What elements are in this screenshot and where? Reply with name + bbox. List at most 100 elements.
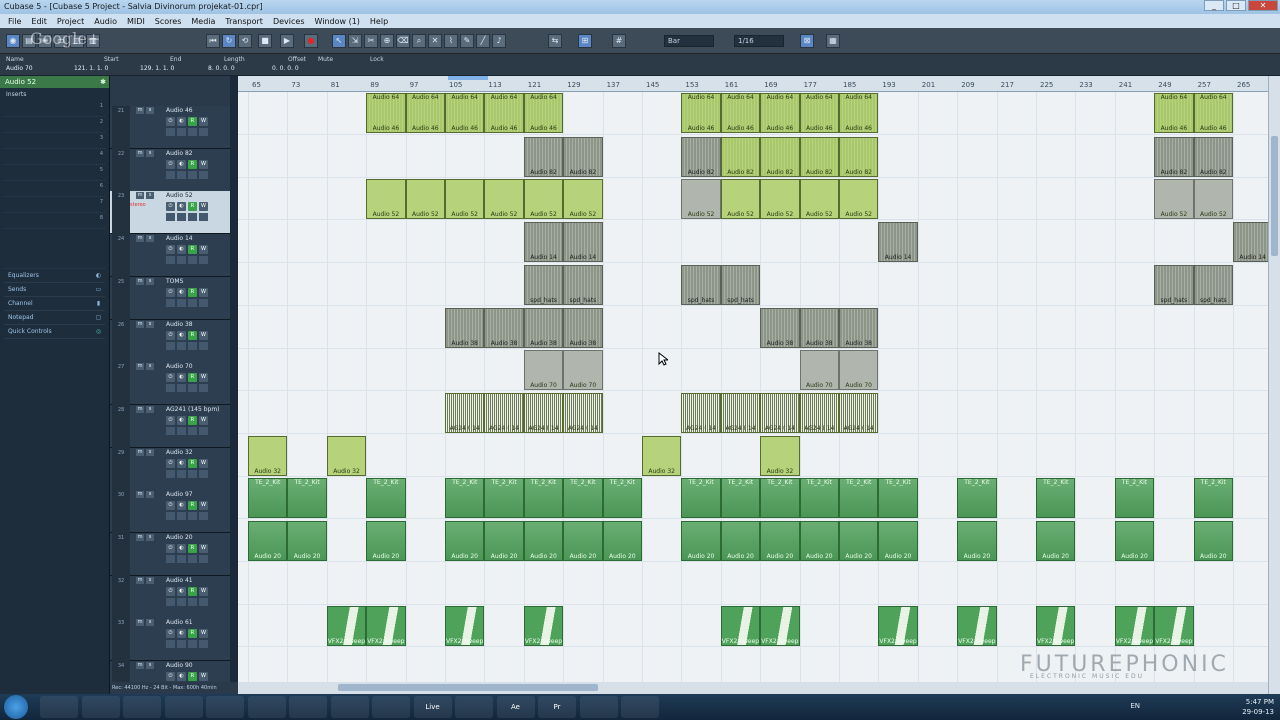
draw-tool-icon[interactable]: ✎ bbox=[460, 34, 474, 48]
track-name[interactable]: TOMS bbox=[166, 278, 183, 285]
scroll-thumb[interactable] bbox=[338, 684, 598, 691]
audio-event[interactable]: TE_2_Kit bbox=[445, 478, 485, 519]
mute-button[interactable]: m bbox=[136, 662, 144, 670]
edit-icon[interactable] bbox=[177, 512, 186, 521]
audio-event[interactable]: Audio 52 bbox=[1193, 179, 1233, 220]
lane-icon[interactable] bbox=[166, 256, 175, 265]
monitor-icon[interactable]: ◐ bbox=[177, 501, 186, 511]
track-name[interactable]: Audio 52 bbox=[166, 192, 193, 199]
insert-slot[interactable]: 3 bbox=[4, 133, 105, 149]
monitor-icon[interactable]: ◐ bbox=[177, 629, 186, 639]
insert-slot[interactable]: 1 bbox=[4, 101, 105, 117]
insert-slot[interactable]: 7 bbox=[4, 197, 105, 213]
read-automation-button[interactable]: R bbox=[188, 245, 197, 255]
read-automation-button[interactable]: R bbox=[188, 544, 197, 553]
menu-audio[interactable]: Audio bbox=[94, 17, 117, 26]
audio-event[interactable]: Audio 52 bbox=[839, 179, 879, 220]
mute-button[interactable]: m bbox=[136, 107, 144, 114]
audio-event[interactable]: Audio 64 Audio 46 bbox=[1193, 93, 1233, 134]
audio-event[interactable]: Audio 38 bbox=[484, 307, 524, 348]
track-lane[interactable] bbox=[238, 434, 1268, 477]
read-automation-button[interactable]: R bbox=[188, 117, 197, 126]
audio-event[interactable]: AG24 ( 14 bbox=[799, 392, 839, 433]
power-icon[interactable]: ⏻ bbox=[166, 373, 175, 383]
track-lane[interactable] bbox=[238, 306, 1268, 349]
audio-event[interactable]: VFX2 Sweeps Long bbox=[1114, 606, 1155, 647]
audio-event[interactable]: Audio 38 bbox=[523, 307, 564, 348]
audio-event[interactable]: Audio 64 Audio 46 bbox=[1154, 93, 1194, 134]
audio-event[interactable]: Audio 20 bbox=[1036, 521, 1076, 561]
inserts-header[interactable]: Inserts bbox=[0, 88, 109, 101]
quantize-select[interactable]: 1/16 bbox=[734, 35, 784, 47]
monitor-icon[interactable]: ◐ bbox=[177, 373, 186, 383]
maximize-button[interactable]: □ bbox=[1226, 0, 1246, 11]
track-name[interactable]: Audio 82 bbox=[166, 150, 193, 157]
audio-event[interactable]: Audio 20 bbox=[602, 521, 642, 561]
audio-event[interactable]: TE_2_Kit bbox=[287, 478, 327, 519]
edit-icon[interactable] bbox=[177, 426, 186, 435]
lane-icon[interactable] bbox=[166, 426, 175, 435]
folder-icon[interactable] bbox=[199, 256, 208, 265]
mute-button[interactable]: m bbox=[136, 448, 144, 456]
time-warp-tool-icon[interactable]: ⌇ bbox=[444, 34, 458, 48]
mute-button[interactable]: m bbox=[136, 277, 144, 285]
mute-button[interactable]: m bbox=[136, 534, 144, 541]
audio-event[interactable]: Audio 38 bbox=[799, 307, 839, 348]
input-language[interactable]: EN bbox=[1130, 702, 1140, 710]
audio-event[interactable]: AG24 ( 14 bbox=[720, 392, 761, 433]
lock-icon[interactable] bbox=[188, 597, 197, 606]
power-icon[interactable]: ⏻ bbox=[166, 159, 175, 169]
chrome-icon[interactable] bbox=[123, 696, 161, 718]
folder-icon[interactable] bbox=[199, 170, 208, 179]
folder-icon[interactable] bbox=[199, 640, 208, 649]
audio-event[interactable]: Audio 32 bbox=[248, 435, 288, 476]
play-tool-icon[interactable]: ♪ bbox=[492, 34, 506, 48]
audio-event[interactable]: Audio 70 bbox=[799, 350, 839, 391]
edit-icon[interactable] bbox=[177, 640, 186, 649]
menu-project[interactable]: Project bbox=[57, 17, 84, 26]
power-icon[interactable]: ⏻ bbox=[166, 330, 175, 340]
track-name[interactable]: Audio 70 bbox=[166, 363, 193, 370]
audio-event[interactable]: VFX2 Sweeps Long bbox=[366, 606, 406, 647]
mute-button[interactable]: m bbox=[136, 363, 144, 371]
edit-icon[interactable] bbox=[177, 469, 186, 478]
audio-event[interactable]: Audio 82 bbox=[563, 136, 603, 177]
insert-slot[interactable] bbox=[4, 229, 105, 269]
track-lane[interactable] bbox=[238, 348, 1268, 392]
power-icon[interactable]: ⏻ bbox=[166, 629, 175, 639]
info-start-value[interactable]: 121. 1. 1. 0 bbox=[74, 65, 119, 72]
read-automation-button[interactable]: R bbox=[188, 202, 197, 212]
menu-devices[interactable]: Devices bbox=[273, 17, 305, 26]
audio-event[interactable]: VFX2 Sweeps Long bbox=[1154, 606, 1194, 647]
monitor-icon[interactable]: ◐ bbox=[177, 458, 186, 468]
audio-event[interactable]: Audio 14 bbox=[1233, 222, 1268, 263]
folder-icon[interactable] bbox=[199, 341, 208, 350]
audio-event[interactable]: spd_hats bbox=[563, 264, 603, 305]
audio-event[interactable]: Audio 52 bbox=[681, 179, 721, 220]
folder-icon[interactable] bbox=[199, 426, 208, 435]
solo-button[interactable]: s bbox=[146, 448, 154, 456]
audio-event[interactable]: Audio 14 bbox=[878, 222, 918, 263]
track-name[interactable]: Audio 46 bbox=[166, 107, 193, 114]
insert-slot[interactable]: 6 bbox=[4, 181, 105, 197]
track-name[interactable]: Audio 20 bbox=[166, 534, 193, 541]
lane-icon[interactable] bbox=[166, 128, 175, 136]
audio-event[interactable]: Audio 20 bbox=[878, 521, 918, 561]
audio-event[interactable]: Audio 52 bbox=[799, 179, 839, 220]
solo-button[interactable]: s bbox=[146, 491, 154, 499]
track-lane[interactable] bbox=[238, 562, 1268, 605]
folder-icon[interactable] bbox=[199, 128, 208, 136]
menu-media[interactable]: Media bbox=[191, 17, 215, 26]
audio-event[interactable]: AG24 ( 14 bbox=[563, 392, 603, 433]
audio-event[interactable]: VFX2 Sweeps Long bbox=[957, 606, 997, 647]
zoom-tool-icon[interactable]: ⌕ bbox=[412, 34, 426, 48]
audio-event[interactable]: Audio 38 bbox=[445, 307, 485, 348]
audio-event[interactable]: Audio 52 bbox=[760, 179, 800, 220]
edit-icon[interactable] bbox=[177, 170, 186, 179]
lock-icon[interactable] bbox=[188, 555, 197, 563]
edit-icon[interactable] bbox=[177, 597, 186, 606]
power-icon[interactable]: ⏻ bbox=[166, 458, 175, 468]
audio-event[interactable]: AG24 ( 14 bbox=[445, 392, 485, 433]
track-name[interactable]: Audio 41 bbox=[166, 577, 193, 584]
steam-icon[interactable] bbox=[289, 696, 327, 718]
